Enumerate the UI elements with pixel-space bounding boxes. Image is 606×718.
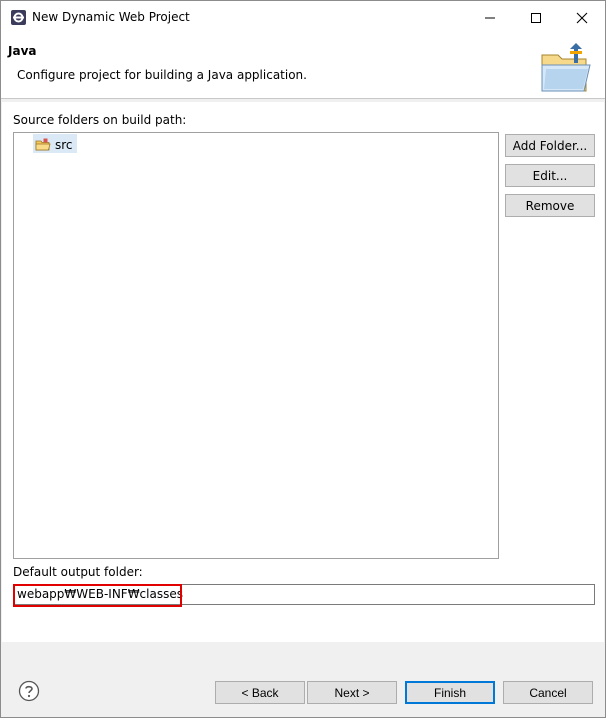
wizard-banner: Java Configure project for building a Ja… — [1, 35, 605, 99]
remove-button[interactable]: Remove — [505, 194, 595, 217]
next-button[interactable]: Next > — [307, 681, 397, 704]
dialog-footer: < Back Next > Finish Cancel — [1, 642, 605, 717]
tree-item-label: src — [55, 137, 73, 152]
close-icon — [576, 12, 588, 24]
maximize-button[interactable] — [513, 1, 559, 35]
title-bar: New Dynamic Web Project — [1, 1, 605, 35]
page-description: Configure project for building a Java ap… — [17, 68, 307, 82]
source-folders-tree[interactable]: src — [13, 132, 499, 559]
content-area: Source folders on build path: src Add Fo… — [2, 102, 604, 642]
back-button[interactable]: < Back — [215, 681, 305, 704]
dialog-window: New Dynamic Web Project Java Configure p… — [0, 0, 606, 718]
eclipse-app-icon — [11, 10, 26, 25]
minimize-button[interactable] — [467, 1, 513, 35]
java-folder-wizard-icon — [541, 43, 591, 92]
maximize-icon — [531, 13, 541, 23]
minimize-icon — [485, 17, 495, 19]
tree-item-src[interactable]: src — [33, 134, 77, 153]
cancel-button[interactable]: Cancel — [503, 681, 593, 704]
close-button[interactable] — [559, 1, 605, 35]
source-folder-icon — [35, 138, 51, 150]
finish-button[interactable]: Finish — [405, 681, 495, 704]
default-output-folder-label: Default output folder: — [13, 565, 143, 579]
edit-button[interactable]: Edit... — [505, 164, 595, 187]
window-title: New Dynamic Web Project — [32, 10, 190, 24]
source-folders-label: Source folders on build path: — [13, 113, 187, 127]
default-output-folder-input[interactable]: webapp₩WEB-INF₩classes — [13, 584, 595, 605]
help-icon[interactable] — [18, 680, 40, 702]
page-title: Java — [8, 44, 37, 58]
add-folder-button[interactable]: Add Folder... — [505, 134, 595, 157]
